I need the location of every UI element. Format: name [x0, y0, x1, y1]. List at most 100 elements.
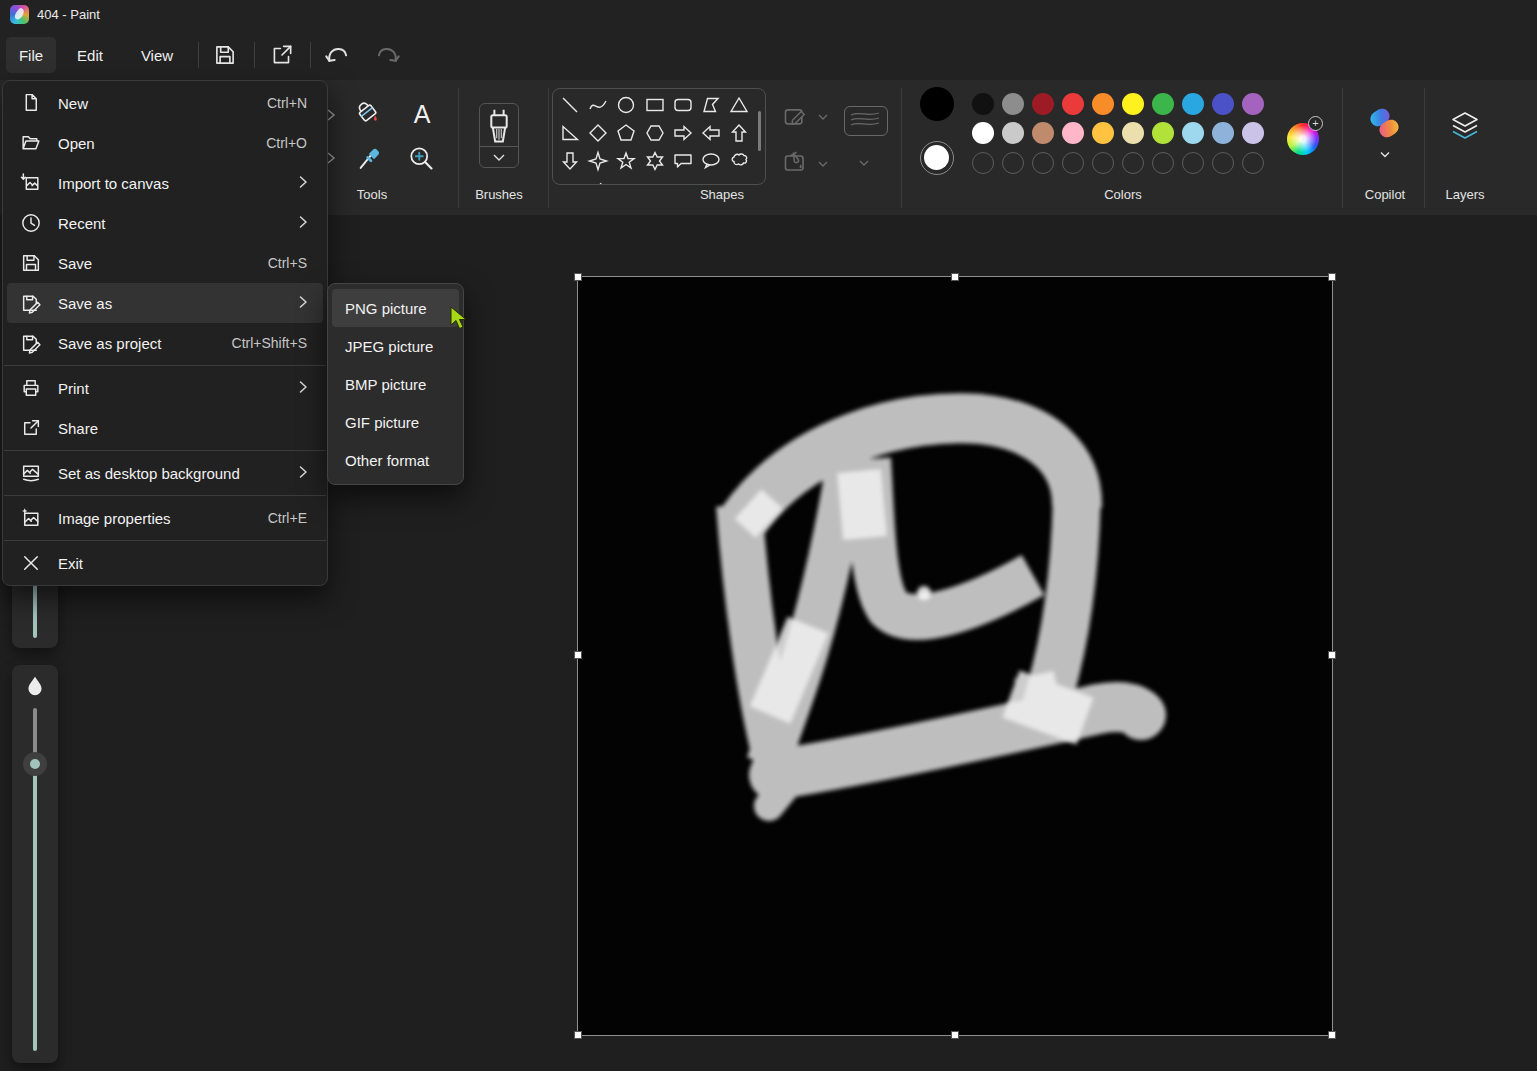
selection-handle[interactable]	[1328, 1031, 1336, 1039]
selection-handle[interactable]	[1328, 651, 1336, 659]
shape-quadrilateral[interactable]	[700, 94, 722, 116]
file-menu-item-import-to-canvas[interactable]: Import to canvas	[7, 163, 323, 203]
color-swatch-#fef21e[interactable]	[1122, 93, 1144, 115]
file-menu-item-open[interactable]: OpenCtrl+O	[7, 123, 323, 163]
secondary-color-swatch[interactable]	[920, 141, 954, 175]
color-swatch-empty[interactable]	[1032, 152, 1054, 174]
opacity-slider-thumb[interactable]	[23, 752, 47, 776]
canvas[interactable]	[578, 277, 1332, 1035]
shape-arrow-left[interactable]	[700, 122, 722, 144]
shape-pentagon[interactable]	[615, 122, 637, 144]
chevron-down-icon[interactable]	[1378, 146, 1392, 164]
file-menu-item-share[interactable]: Share	[7, 408, 323, 448]
selection-handle[interactable]	[951, 273, 959, 281]
color-swatch-#f78c28[interactable]	[1092, 93, 1114, 115]
color-swatch-#9c1b24[interactable]	[1032, 93, 1054, 115]
file-menu-item-new[interactable]: NewCtrl+N	[7, 83, 323, 123]
save-button[interactable]	[211, 41, 239, 69]
color-swatch-empty[interactable]	[1212, 152, 1234, 174]
shape-outline-button[interactable]	[782, 105, 810, 135]
shapes-scrollbar[interactable]	[758, 111, 761, 151]
opacity-slider-fill[interactable]	[33, 773, 37, 1051]
color-swatch-empty[interactable]	[1152, 152, 1174, 174]
chevron-down-icon[interactable]	[816, 155, 830, 173]
shape-callout-oval[interactable]	[700, 150, 722, 172]
color-swatch-#4b52c8[interactable]	[1212, 93, 1234, 115]
view-menu-button[interactable]: View	[130, 37, 184, 73]
submenu-item-png-picture[interactable]: PNG picture	[332, 289, 459, 327]
submenu-item-jpeg-picture[interactable]: JPEG picture	[332, 327, 459, 365]
chevron-down-icon[interactable]	[816, 108, 830, 126]
file-menu-item-save[interactable]: SaveCtrl+S	[7, 243, 323, 283]
copilot-button[interactable]	[1369, 108, 1401, 140]
undo-button[interactable]	[323, 41, 351, 69]
eyedropper-tool[interactable]	[355, 143, 385, 173]
shape-right-triangle[interactable]	[559, 122, 581, 144]
color-swatch-#b2e23a[interactable]	[1152, 122, 1174, 144]
color-swatch-#ccc3e9[interactable]	[1242, 122, 1264, 144]
shape-ellipse[interactable]	[615, 94, 637, 116]
shape-fill-button[interactable]	[782, 150, 810, 180]
file-menu-item-set-as-desktop-background[interactable]: Set as desktop background	[7, 453, 323, 493]
color-swatch-#9ed8ee[interactable]	[1182, 122, 1204, 144]
color-swatch-#a463bf[interactable]	[1242, 93, 1264, 115]
layers-button[interactable]	[1450, 110, 1480, 148]
color-swatch-#ffffff[interactable]	[972, 122, 994, 144]
shape-texture-button[interactable]	[844, 106, 888, 136]
selection-handle[interactable]	[574, 1031, 582, 1039]
color-swatch-#c08a6c[interactable]	[1032, 122, 1054, 144]
brushes-button[interactable]	[479, 103, 519, 168]
selection-handle[interactable]	[951, 1031, 959, 1039]
color-swatch-#2aa7e0[interactable]	[1182, 93, 1204, 115]
shape-curve[interactable]	[587, 94, 609, 116]
shape-triangle[interactable]	[728, 94, 750, 116]
shape-rounded-rectangle[interactable]	[672, 94, 694, 116]
text-tool[interactable]: A	[407, 99, 437, 129]
file-menu-item-recent[interactable]: Recent	[7, 203, 323, 243]
shape-cloud[interactable]	[559, 178, 581, 185]
shape-arrow-up[interactable]	[728, 122, 750, 144]
shape-hexagon[interactable]	[644, 122, 666, 144]
file-menu-item-exit[interactable]: Exit	[7, 543, 323, 583]
color-swatch-#cacaca[interactable]	[1002, 122, 1024, 144]
shape-star-five[interactable]	[615, 150, 637, 172]
color-swatch-#3cb54b[interactable]	[1152, 93, 1174, 115]
primary-color-swatch[interactable]	[920, 87, 954, 121]
shape-star-six[interactable]	[644, 150, 666, 172]
file-menu-button[interactable]: File	[6, 37, 56, 73]
color-swatch-#8eb2da[interactable]	[1212, 122, 1234, 144]
color-swatch-#8d8d8d[interactable]	[1002, 93, 1024, 115]
shape-star-four[interactable]	[587, 150, 609, 172]
shape-arrow-down[interactable]	[559, 150, 581, 172]
submenu-item-bmp-picture[interactable]: BMP picture	[332, 365, 459, 403]
color-swatch-empty[interactable]	[1182, 152, 1204, 174]
color-swatch-#eb3a3a[interactable]	[1062, 93, 1084, 115]
fill-bucket-tool[interactable]	[353, 99, 383, 129]
shape-callout-rounded[interactable]	[672, 150, 694, 172]
shape-lightning[interactable]	[587, 178, 609, 185]
shape-rectangle[interactable]	[644, 94, 666, 116]
shape-line[interactable]	[559, 94, 581, 116]
redo-button[interactable]	[374, 41, 402, 69]
shape-callout-cloud[interactable]	[728, 150, 750, 172]
chevron-down-icon[interactable]	[857, 154, 871, 172]
color-swatch-empty[interactable]	[1092, 152, 1114, 174]
selection-handle[interactable]	[1328, 273, 1336, 281]
file-menu-item-image-properties[interactable]: Image propertiesCtrl+E	[7, 498, 323, 538]
color-swatch-#ffc341[interactable]	[1092, 122, 1114, 144]
shape-arrow-right[interactable]	[672, 122, 694, 144]
share-button[interactable]	[268, 41, 296, 69]
submenu-item-gif-picture[interactable]: GIF picture	[332, 403, 459, 441]
submenu-item-other-format[interactable]: Other format	[332, 441, 459, 479]
color-swatch-empty[interactable]	[972, 152, 994, 174]
color-swatch-empty[interactable]	[1002, 152, 1024, 174]
file-menu-item-save-as[interactable]: Save as	[7, 283, 323, 323]
color-swatch-#ffb6c9[interactable]	[1062, 122, 1084, 144]
file-menu-item-save-as-project[interactable]: Save as projectCtrl+Shift+S	[7, 323, 323, 363]
file-menu-item-print[interactable]: Print	[7, 368, 323, 408]
edit-menu-button[interactable]: Edit	[64, 37, 116, 73]
color-swatch-#111111[interactable]	[972, 93, 994, 115]
shape-diamond[interactable]	[587, 122, 609, 144]
color-swatch-empty[interactable]	[1122, 152, 1144, 174]
color-swatch-empty[interactable]	[1242, 152, 1264, 174]
